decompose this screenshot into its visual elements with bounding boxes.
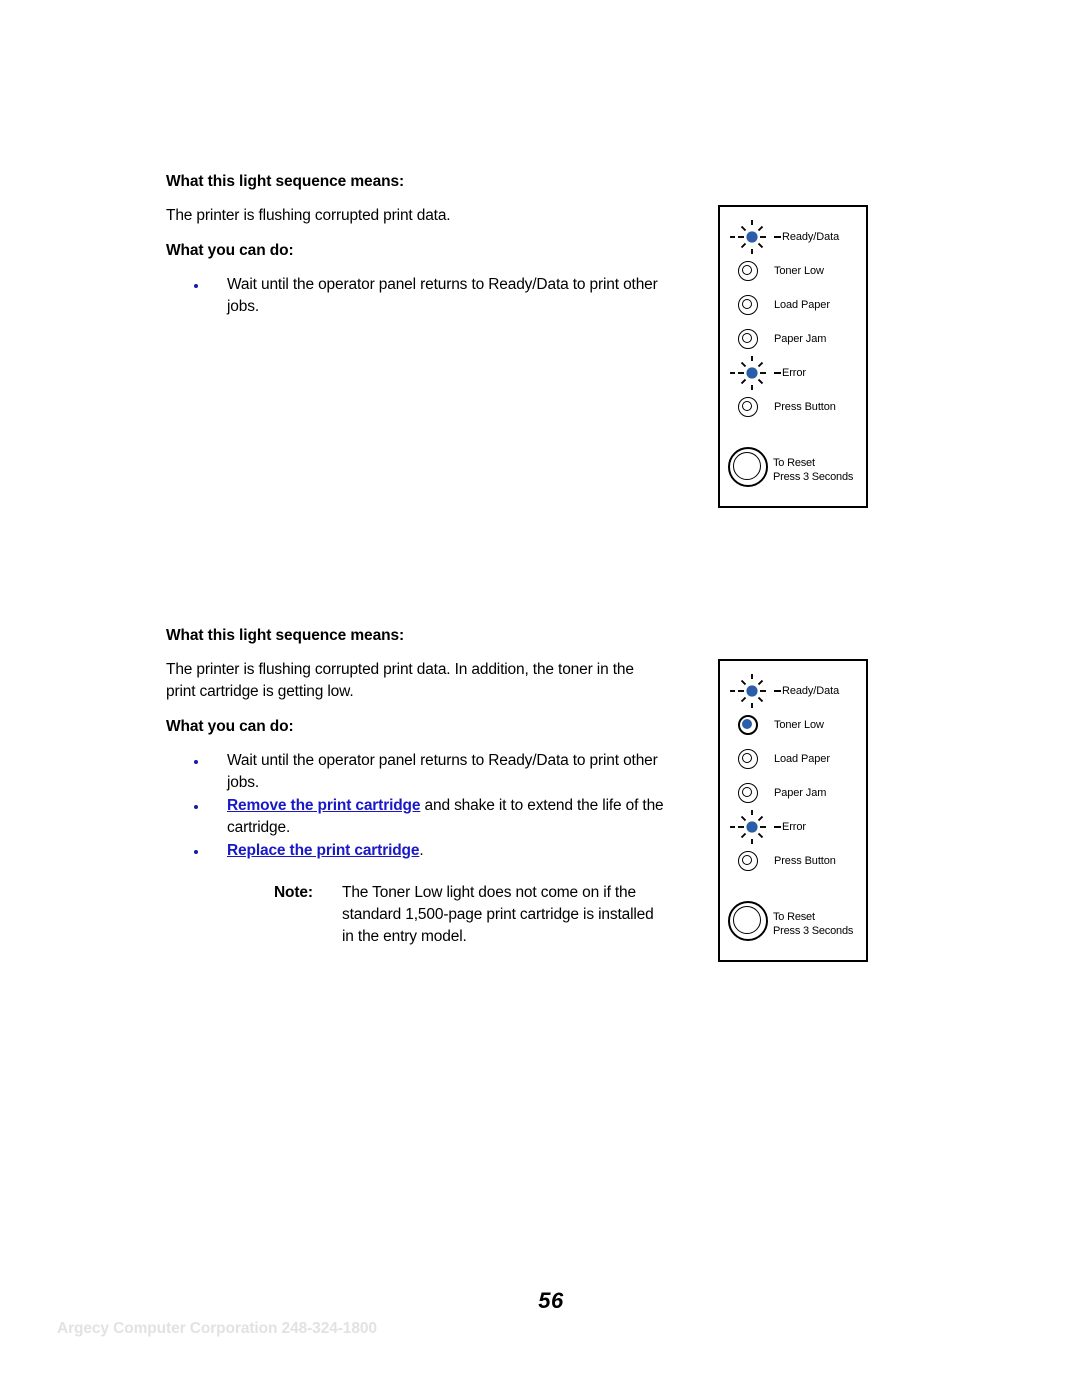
led-off-icon (738, 783, 758, 803)
led-off-icon (738, 397, 758, 417)
light-sequence-section-2: What this light sequence means: The prin… (166, 626, 666, 948)
led-row-press-button: Press Button (730, 847, 836, 875)
led-label: Press Button (774, 854, 836, 867)
led-label: Error (782, 820, 806, 833)
bullet-dot-icon (194, 804, 198, 809)
led-label: Load Paper (774, 752, 830, 765)
led-row-paper-jam: Paper Jam (730, 325, 826, 353)
led-row-ready-data: Ready/Data (730, 220, 840, 254)
led-slot (730, 325, 774, 353)
led-blinking-icon (730, 354, 774, 392)
replace-cartridge-link[interactable]: Replace the print cartridge (227, 842, 419, 859)
led-label: Press Button (774, 400, 836, 413)
led-slot (730, 291, 774, 319)
bullet-dot-icon (194, 759, 198, 764)
reset-button-group[interactable]: To Reset Press 3 Seconds (728, 447, 860, 491)
reset-button-caption: To Reset Press 3 Seconds (773, 910, 853, 939)
led-slot (730, 257, 774, 285)
can-do-heading-1: What you can do: (166, 242, 294, 260)
led-row-toner-low: Toner Low (730, 257, 824, 285)
led-leader-dash (774, 236, 781, 238)
led-row-load-paper: Load Paper (730, 291, 830, 319)
led-leader-dash (774, 826, 781, 828)
led-slot (730, 356, 774, 390)
note-block: Note: The Toner Low light does not come … (166, 882, 666, 948)
led-label: Toner Low (774, 718, 824, 731)
led-slot (730, 810, 774, 844)
page-number: 56 (538, 1288, 564, 1313)
led-slot (730, 220, 774, 254)
led-off-icon (738, 295, 758, 315)
operator-panel-diagram-1: Ready/Data Toner Low Load Paper Paper Ja… (718, 205, 868, 508)
led-row-error: Error (730, 810, 806, 844)
list-item: Remove the print cartridge and shake it … (166, 795, 666, 839)
can-do-heading-2: What you can do: (166, 718, 294, 736)
led-slot (730, 674, 774, 708)
led-blinking-icon (730, 218, 774, 256)
document-page: What this light sequence means: The prin… (0, 0, 1080, 1397)
means-body-1: The printer is flushing corrupted print … (166, 207, 451, 225)
led-label: Toner Low (774, 264, 824, 277)
reset-caption-line-2: Press 3 Seconds (773, 925, 854, 938)
led-label: Ready/Data (782, 230, 840, 243)
led-slot (730, 711, 774, 739)
means-body-2: The printer is flushing corrupted print … (166, 661, 634, 701)
reset-caption-line-1: To Reset (773, 911, 815, 923)
reset-button-group[interactable]: To Reset Press 3 Seconds (728, 901, 860, 945)
led-label: Paper Jam (774, 332, 827, 345)
list-item: Wait until the operator panel returns to… (166, 750, 666, 794)
led-row-toner-low: Toner Low (730, 711, 824, 739)
means-heading-1: What this light sequence means: (166, 173, 405, 190)
list-item-text: Wait until the operator panel returns to… (227, 751, 658, 791)
led-label: Load Paper (774, 298, 830, 311)
led-row-press-button: Press Button (730, 393, 836, 421)
reset-button-icon[interactable] (728, 447, 768, 487)
operator-panel-diagram-2: Ready/Data Toner Low Load Paper Paper Ja… (718, 659, 868, 962)
led-on-icon (738, 715, 758, 735)
note-text: The Toner Low light does not come on if … (342, 883, 654, 945)
bullet-dot-icon (194, 849, 198, 854)
led-label: Ready/Data (782, 684, 840, 697)
led-row-paper-jam: Paper Jam (730, 779, 826, 807)
means-heading-2: What this light sequence means: (166, 627, 405, 644)
led-label: Paper Jam (774, 786, 827, 799)
action-list-2: Wait until the operator panel returns to… (166, 750, 666, 862)
list-item: Replace the print cartridge. (166, 840, 666, 862)
reset-button-caption: To Reset Press 3 Seconds (773, 456, 853, 485)
led-blinking-icon (730, 808, 774, 846)
led-slot (730, 847, 774, 875)
led-off-icon (738, 329, 758, 349)
list-item-text: . (419, 841, 424, 859)
led-off-icon (738, 261, 758, 281)
remove-cartridge-link[interactable]: Remove the print cartridge (227, 797, 420, 814)
led-off-icon (738, 851, 758, 871)
note-label: Note: (274, 883, 313, 901)
reset-button-icon[interactable] (728, 901, 768, 941)
light-sequence-section-1: What this light sequence means: The prin… (166, 172, 666, 319)
led-row-ready-data: Ready/Data (730, 674, 840, 708)
led-slot (730, 745, 774, 773)
led-row-error: Error (730, 356, 806, 390)
led-slot (730, 779, 774, 807)
footer-credit: Argecy Computer Corporation 248-324-1800 (57, 1320, 377, 1337)
led-label: Error (782, 366, 806, 379)
reset-caption-line-2: Press 3 Seconds (773, 471, 854, 484)
list-item-text: Wait until the operator panel returns to… (227, 275, 658, 315)
led-leader-dash (774, 372, 781, 374)
led-blinking-icon (730, 672, 774, 710)
bullet-dot-icon (194, 283, 198, 288)
led-row-load-paper: Load Paper (730, 745, 830, 773)
led-off-icon (738, 749, 758, 769)
action-list-1: Wait until the operator panel returns to… (166, 274, 666, 318)
led-slot (730, 393, 774, 421)
led-leader-dash (774, 690, 781, 692)
reset-caption-line-1: To Reset (773, 457, 815, 469)
list-item: Wait until the operator panel returns to… (166, 274, 666, 318)
